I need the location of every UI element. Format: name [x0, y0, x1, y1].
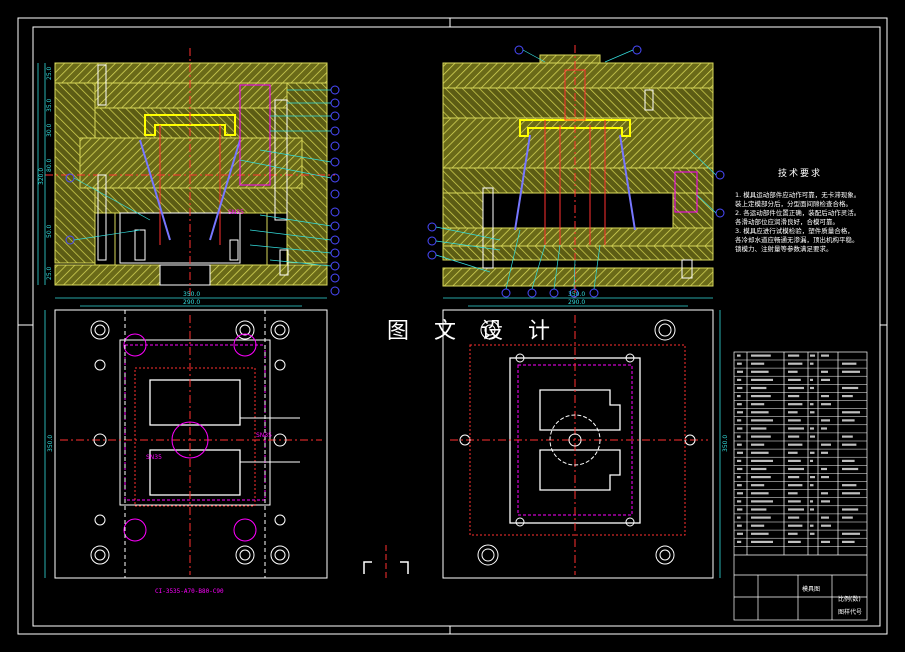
dim-right-height: 350.0: [722, 435, 729, 452]
title-block-field-2: 比例(数): [838, 596, 861, 603]
tech-note-line: 装上定模部分后，分型面间隙检查合格。: [735, 200, 852, 208]
part-label-3: SN35: [146, 454, 162, 461]
tech-notes-title: 技术要求: [777, 169, 822, 179]
part-label-1: SN35: [228, 209, 244, 216]
dim-right-width-2: 290.0: [568, 299, 585, 306]
tech-note-line: 各滑动部位应润滑良好，合模可靠。: [735, 218, 839, 226]
dim-left-width-2: 290.0: [183, 299, 200, 306]
dim-sec-a: 25.0: [46, 66, 53, 80]
title-block-name: 模具图: [802, 586, 821, 593]
tech-note-line: 2. 各运动部件位置正确，装配后动作灵活。: [735, 209, 861, 217]
dim-left-width-1: 350.0: [183, 291, 200, 298]
part-label-2: SN35: [256, 432, 272, 439]
tech-note-line: 3. 模具应进行试模检验，塑件质量合格，: [735, 227, 854, 235]
title-block-field-3: 图样代号: [838, 609, 863, 616]
tech-note-line: 锁模力、注射量等参数满足要求。: [735, 245, 833, 253]
tech-note-line: 各冷却水道应畅通无渗漏，顶出机构平稳。: [735, 236, 859, 244]
tech-note-line: 1. 模具运动部件应动作可靠，无卡滞现象。: [735, 191, 861, 199]
dim-sec-e: 50.0: [46, 224, 53, 238]
dim-total: 320.0: [38, 168, 45, 185]
tech-notes: 技术要求 1. 模具运动部件应动作可靠，无卡滞现象。 装上定模部分后，分型面间隙…: [735, 170, 865, 254]
watermark: 图 文 设 计: [387, 319, 559, 344]
dim-right-width-1: 350.0: [568, 291, 585, 298]
dim-sec-c: 30.0: [46, 123, 53, 137]
dim-sec-b: 35.0: [46, 98, 53, 112]
dim-sec-f: 25.0: [46, 266, 53, 280]
dim-left-height: 350.0: [47, 435, 54, 452]
mold-base-code: CI-3535-A70-B80-C90: [155, 588, 224, 595]
dim-sec-d: 80.0: [46, 158, 53, 172]
